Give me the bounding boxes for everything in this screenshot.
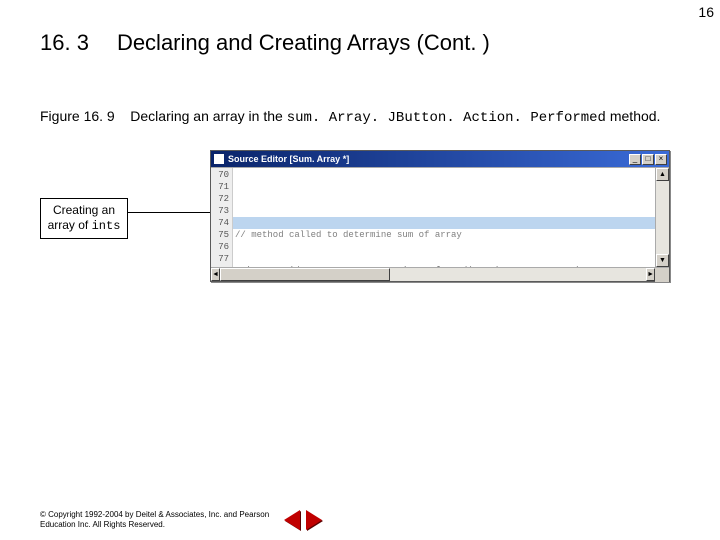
source-editor-window: Source Editor [Sum. Array *] _ □ × 70 71… [210,150,670,282]
callout: Creating an array of ints [40,198,128,239]
callout-connector [128,212,210,213]
figure-label: Figure 16. 9 [40,108,115,124]
scrollbar-corner [655,268,669,282]
code-line: private void sumArrayJButtonActionPerfor… [235,265,653,267]
vertical-scrollbar[interactable]: ▲ ▼ [655,168,669,267]
figure-caption-suffix: method. [606,108,660,124]
figure-caption-code: sum. Array. JButton. Action. Performed [287,110,606,126]
line-number: 75 [211,229,229,241]
section-heading: 16. 3 Declaring and Creating Arrays (Con… [40,30,680,56]
horizontal-scrollbar[interactable]: ◄ ► [211,267,669,281]
copyright-text: © Copyright 1992-2004 by Deitel & Associ… [40,510,270,530]
page-number: 16 [698,4,714,20]
line-number: 72 [211,193,229,205]
section-title: Declaring and Creating Arrays (Cont. ) [117,30,490,56]
scroll-left-button[interactable]: ◄ [211,268,220,281]
scroll-track-vertical[interactable] [656,181,669,254]
line-number: 70 [211,169,229,181]
next-slide-button[interactable] [306,510,322,530]
line-number: 76 [211,241,229,253]
window-title: Source Editor [Sum. Array *] [228,154,628,164]
editor-body: 70 71 72 73 74 75 76 77 // method called… [211,167,669,267]
prev-slide-button[interactable] [284,510,300,530]
callout-box: Creating an array of ints [40,198,128,239]
maximize-button[interactable]: □ [642,154,654,165]
scroll-thumb-horizontal[interactable] [220,268,390,281]
nav-arrows [284,510,322,530]
line-gutter: 70 71 72 73 74 75 76 77 [211,168,233,267]
figure-caption: Figure 16. 9 Declaring an array in the s… [40,108,700,126]
minimize-button[interactable]: _ [629,154,641,165]
titlebar[interactable]: Source Editor [Sum. Array *] _ □ × [211,151,669,167]
line-number: 73 [211,205,229,217]
close-button[interactable]: × [655,154,667,165]
callout-line2: array of ints [47,218,121,234]
section-number: 16. 3 [40,30,89,56]
scroll-track-horizontal[interactable] [220,268,646,281]
line-number: 77 [211,253,229,265]
line-number: 71 [211,181,229,193]
footer: © Copyright 1992-2004 by Deitel & Associ… [40,510,322,530]
line-number: 74 [211,217,229,229]
callout-line1: Creating an [47,203,121,218]
figure-caption-prefix: Declaring an array in the [130,108,286,124]
scroll-down-button[interactable]: ▼ [656,254,669,267]
scroll-up-button[interactable]: ▲ [656,168,669,181]
code-area[interactable]: // method called to determine sum of arr… [233,168,655,267]
code-line: // method called to determine sum of arr… [235,229,653,241]
scroll-right-button[interactable]: ► [646,268,655,281]
window-icon [214,154,224,164]
